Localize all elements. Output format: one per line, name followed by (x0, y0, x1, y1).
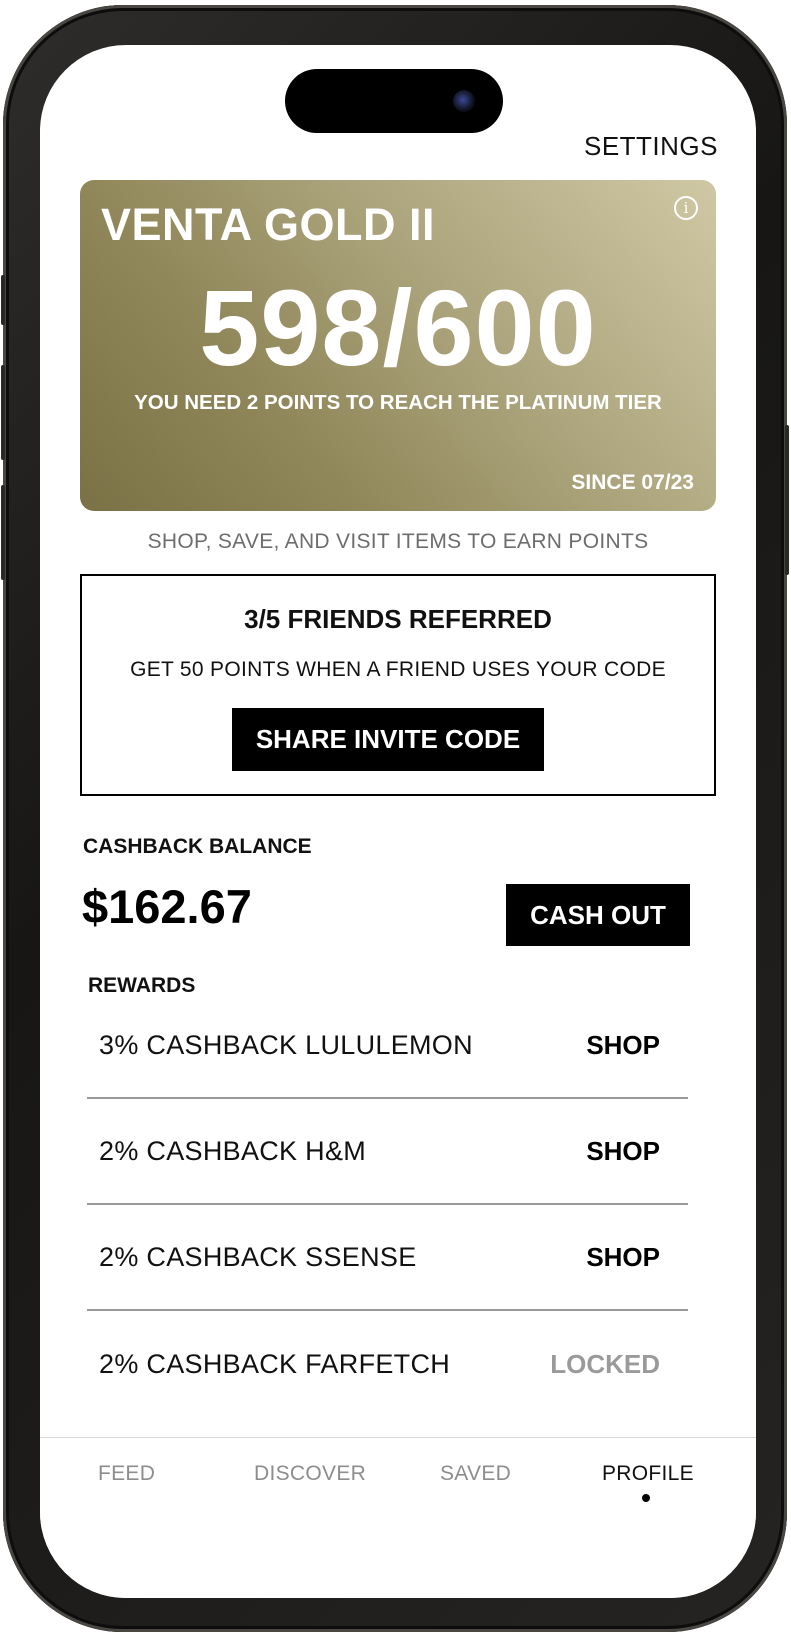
mute-switch (1, 275, 5, 325)
reward-name: 2% CASHBACK H&M (99, 1135, 367, 1166)
shop-button[interactable]: SHOP (586, 993, 660, 1097)
reward-name: 2% CASHBACK FARFETCH (99, 1348, 451, 1379)
reward-name: 2% CASHBACK SSENSE (99, 1241, 417, 1272)
reward-row: 3% CASHBACK LULULEMON SHOP (87, 993, 688, 1099)
points-progress: 598/600 (199, 267, 597, 388)
share-invite-code-button[interactable]: SHARE INVITE CODE (232, 708, 544, 771)
tier-name: VENTA GOLD II (101, 199, 436, 250)
shop-button[interactable]: SHOP (586, 1205, 660, 1309)
cashback-balance-amount: $162.67 (82, 880, 252, 933)
app-screen: SETTINGS VENTA GOLD II i 598/600 YOU NEE… (40, 45, 756, 1598)
referral-box: 3/5 FRIENDS REFERRED GET 50 POINTS WHEN … (80, 574, 716, 796)
reward-row: 2% CASHBACK FARFETCH LOCKED (87, 1311, 688, 1417)
points-message: YOU NEED 2 POINTS TO REACH THE PLATINUM … (134, 391, 662, 414)
reward-row: 2% CASHBACK H&M SHOP (87, 1099, 688, 1205)
dynamic-island (285, 69, 503, 133)
referral-title: 3/5 FRIENDS REFERRED (244, 604, 552, 634)
tab-saved[interactable]: SAVED (440, 1462, 511, 1486)
reward-name: 3% CASHBACK LULULEMON (99, 1029, 473, 1060)
member-since: SINCE 07/23 (571, 471, 694, 494)
active-tab-indicator (642, 1494, 650, 1502)
shop-button[interactable]: SHOP (586, 1099, 660, 1203)
cash-out-button[interactable]: CASH OUT (506, 884, 690, 946)
earn-points-hint: SHOP, SAVE, AND VISIT ITEMS TO EARN POIN… (147, 530, 649, 553)
tab-feed[interactable]: FEED (98, 1462, 155, 1486)
info-icon[interactable]: i (674, 196, 698, 220)
volume-down-button (1, 485, 5, 580)
referral-subtitle: GET 50 POINTS WHEN A FRIEND USES YOUR CO… (130, 658, 666, 681)
settings-button[interactable]: SETTINGS (584, 131, 718, 162)
front-camera (453, 90, 475, 112)
power-button (785, 425, 789, 575)
cashback-balance-label: CASHBACK BALANCE (83, 835, 312, 858)
volume-up-button (1, 365, 5, 460)
tab-discover[interactable]: DISCOVER (254, 1462, 366, 1486)
locked-status: LOCKED (550, 1348, 660, 1379)
tab-profile[interactable]: PROFILE (602, 1462, 694, 1486)
tier-card: VENTA GOLD II i 598/600 YOU NEED 2 POINT… (80, 180, 716, 511)
tab-bar: FEED DISCOVER SAVED PROFILE (40, 1437, 756, 1598)
phone-frame: SETTINGS VENTA GOLD II i 598/600 YOU NEE… (1, 5, 789, 1632)
reward-row: 2% CASHBACK SSENSE SHOP (87, 1205, 688, 1311)
